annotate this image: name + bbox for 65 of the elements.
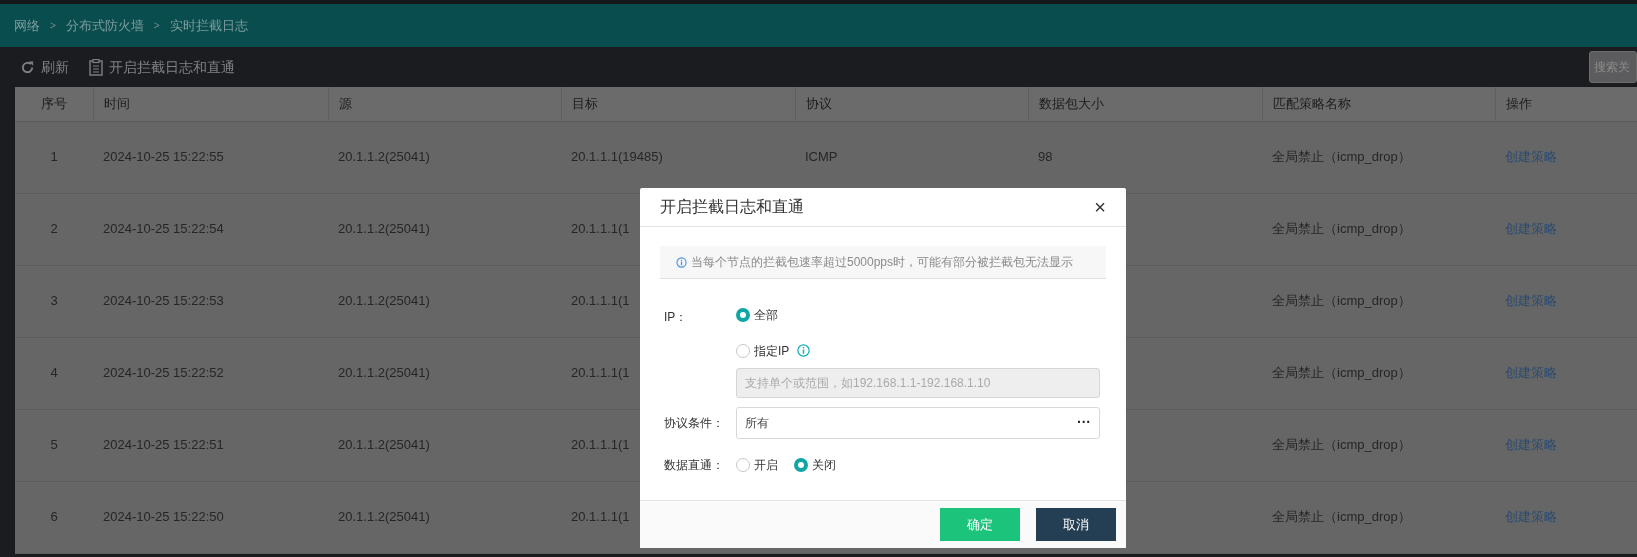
info-icon	[676, 256, 687, 268]
table-cell: 2024-10-25 15:22:51	[93, 409, 328, 481]
more-icon[interactable]: ···	[1077, 412, 1091, 433]
radio-label: 全部	[754, 307, 778, 324]
table-cell: 全局禁止（icmp_drop）	[1262, 481, 1495, 553]
field-label: IP：	[664, 308, 689, 326]
breadcrumb-separator: >	[153, 19, 160, 33]
close-button[interactable]: ×	[1094, 197, 1106, 217]
table-cell: 20.1.1.2(25041)	[328, 481, 561, 553]
log-settings-button[interactable]: 开启拦截日志和直通	[89, 56, 235, 78]
radio-option[interactable]: 全部	[736, 306, 778, 324]
protocol-select[interactable]: 所有 ···	[736, 406, 1100, 439]
radio-button[interactable]	[736, 343, 750, 358]
breadcrumb-separator: >	[50, 19, 56, 33]
radio-button[interactable]	[736, 457, 750, 472]
table-cell: 20.1.1.2(25041)	[328, 337, 561, 409]
column-header: 源	[328, 87, 561, 121]
radio-label: 关闭	[812, 456, 836, 474]
column-header: 序号	[15, 87, 93, 121]
field-label: 数据直通：	[664, 456, 725, 474]
radio-button[interactable]	[794, 457, 808, 472]
table-cell: 2024-10-25 15:22:50	[93, 481, 328, 553]
radio-label: 开启	[754, 456, 778, 474]
table-cell: 2024-10-25 15:22:52	[93, 337, 328, 409]
table-cell: 全局禁止（icmp_drop）	[1262, 409, 1495, 481]
table-cell: 2024-10-25 15:22:54	[93, 193, 328, 265]
breadcrumb-link[interactable]: 分布式防火墙	[65, 15, 144, 36]
table-cell: 2024-10-25 15:22:55	[93, 121, 328, 193]
radio-option[interactable]: 关闭	[794, 455, 836, 474]
table-cell: 20.1.1.2(25041)	[328, 193, 561, 265]
radio-button[interactable]	[736, 308, 750, 322]
table-cell: 20.1.1.2(25041)	[328, 409, 561, 481]
table-cell: 全局禁止（icmp_drop）	[1262, 121, 1495, 193]
info-icon[interactable]	[797, 344, 811, 357]
cancel-button[interactable]: 取消	[1036, 508, 1116, 541]
refresh-icon	[20, 59, 35, 75]
column-header: 目标	[561, 87, 795, 121]
table-cell: 全局禁止（icmp_drop）	[1262, 193, 1495, 265]
table-cell: 2024-10-25 15:22:53	[93, 265, 328, 337]
table-cell: 98	[1028, 121, 1262, 193]
table-cell: 20.1.1.2(25041)	[328, 265, 561, 337]
table-cell: 全局禁止（icmp_drop）	[1262, 265, 1495, 337]
table-cell: 3	[15, 265, 93, 337]
table-cell: 20.1.1.2(25041)	[328, 121, 561, 193]
refresh-button[interactable]: 刷新	[20, 56, 69, 78]
breadcrumb-link[interactable]: 网络	[14, 15, 40, 36]
table-cell: 4	[15, 337, 93, 409]
table-cell: 6	[15, 481, 93, 553]
column-header: 数据包大小	[1028, 87, 1262, 121]
table-cell: 1	[15, 121, 93, 193]
breadcrumb-link[interactable]: 实时拦截日志	[169, 15, 248, 36]
column-header: 匹配策略名称	[1262, 87, 1495, 121]
radio-label: 指定IP	[754, 342, 790, 360]
clipboard-icon	[89, 58, 103, 76]
column-header: 操作	[1495, 87, 1637, 121]
table-cell: 5	[15, 409, 93, 481]
table-cell: 20.1.1.1(19485)	[561, 121, 795, 193]
confirm-button[interactable]: 确定	[940, 508, 1020, 541]
column-header: 协议	[795, 87, 1028, 121]
radio-option[interactable]: 指定IP	[736, 341, 790, 360]
table-cell: 2	[15, 193, 93, 265]
radio-option[interactable]: 开启	[736, 455, 778, 474]
field-label: 协议条件：	[664, 414, 725, 432]
table-cell: 全局禁止（icmp_drop）	[1262, 337, 1495, 409]
column-header: 时间	[93, 87, 328, 121]
